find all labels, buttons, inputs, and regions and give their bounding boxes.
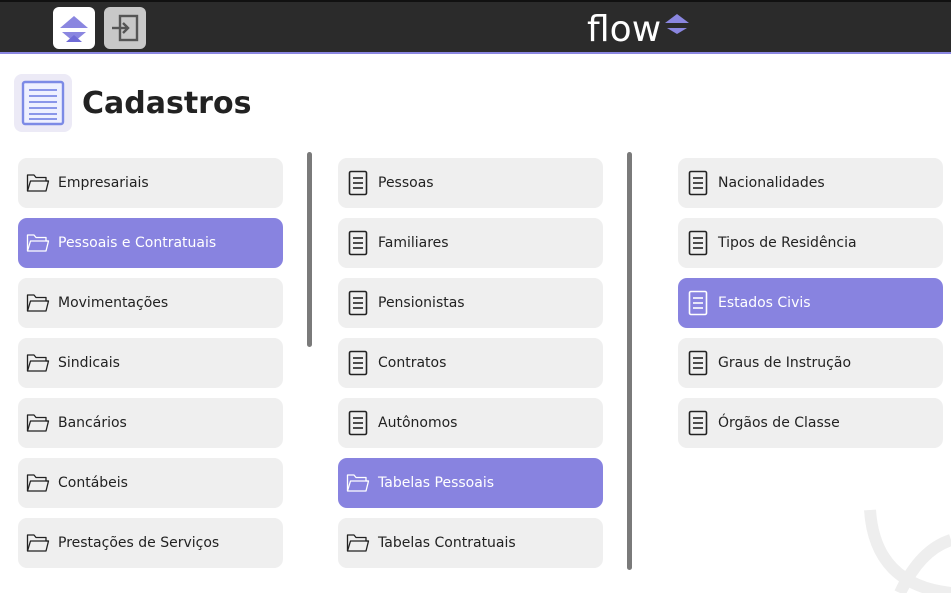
document-icon: [686, 230, 710, 256]
folder-icon: [346, 471, 370, 495]
document-icon: [346, 170, 370, 196]
category-item-contabeis[interactable]: Contábeis: [18, 458, 283, 508]
category-item-label: Contábeis: [58, 475, 128, 491]
category-list: Empresariais Pessoais e Contratuais Movime…: [18, 158, 283, 578]
document-icon: [686, 350, 710, 376]
subcategory-item-label: Familiares: [378, 235, 449, 251]
table-item-label: Órgãos de Classe: [718, 415, 840, 431]
category-item-label: Pessoais e Contratuais: [58, 235, 217, 251]
flow-logo-icon: [60, 16, 88, 42]
table-item-label: Graus de Instrução: [718, 355, 852, 371]
subcategory-item-label: Tabelas Pessoais: [378, 475, 494, 491]
brand-name: flow: [587, 9, 662, 50]
subcategory-item-label: Contratos: [378, 355, 447, 371]
category-item-label: Sindicais: [58, 355, 120, 371]
page-header: Cadastros: [14, 73, 251, 133]
document-icon: [346, 230, 370, 256]
document-icon: [346, 410, 370, 436]
table-item-label: Nacionalidades: [718, 175, 825, 191]
category-item-sindicais[interactable]: Sindicais: [18, 338, 283, 388]
exit-icon: [112, 14, 139, 42]
document-icon: [346, 290, 370, 316]
category-item-empresariais[interactable]: Empresariais: [18, 158, 283, 208]
folder-icon: [26, 411, 50, 435]
subcategory-item-pessoas[interactable]: Pessoas: [338, 158, 603, 208]
table-item-nacionalidades[interactable]: Nacionalidades: [678, 158, 943, 208]
subcategory-item-tabelas-contratuais[interactable]: Tabelas Contratuais: [338, 518, 603, 568]
category-item-bancarios[interactable]: Bancários: [18, 398, 283, 448]
background-swirl-decoration: [864, 509, 951, 593]
brand-logo: flow: [587, 10, 692, 50]
table-list: Nacionalidades Tipos de Residência Estados…: [678, 158, 943, 458]
subcategory-item-tabelas-pessoais[interactable]: Tabelas Pessoais: [338, 458, 603, 508]
folder-icon: [26, 471, 50, 495]
folder-icon: [346, 531, 370, 555]
home-button[interactable]: [53, 7, 95, 49]
subcategory-item-label: Pensionistas: [378, 295, 465, 311]
folder-icon: [26, 351, 50, 375]
subcategory-item-label: Tabelas Contratuais: [378, 535, 516, 551]
category-item-label: Movimentações: [58, 295, 169, 311]
subcategory-list: Pessoas Familiares Pensionistas Contratos Au…: [338, 158, 603, 578]
table-item-orgaos-de-classe[interactable]: Órgãos de Classe: [678, 398, 943, 448]
document-icon: [346, 350, 370, 376]
category-item-label: Empresariais: [58, 175, 149, 191]
brand-chevron-icon: [665, 14, 690, 34]
table-item-estados-civis[interactable]: Estados Civis: [678, 278, 943, 328]
table-item-label: Tipos de Residência: [718, 235, 857, 251]
page-title: Cadastros: [82, 85, 252, 121]
subcategory-item-pensionistas[interactable]: Pensionistas: [338, 278, 603, 328]
subcategory-item-familiares[interactable]: Familiares: [338, 218, 603, 268]
table-item-label: Estados Civis: [718, 295, 811, 311]
exit-button[interactable]: [104, 7, 146, 49]
subcategory-item-contratos[interactable]: Contratos: [338, 338, 603, 388]
table-item-graus-de-instrucao[interactable]: Graus de Instrução: [678, 338, 943, 388]
document-icon: [686, 410, 710, 436]
folder-icon: [26, 531, 50, 555]
table-item-tipos-de-residencia[interactable]: Tipos de Residência: [678, 218, 943, 268]
subcategory-item-label: Pessoas: [378, 175, 434, 191]
document-icon: [686, 170, 710, 196]
subcategory-item-autonomos[interactable]: Autônomos: [338, 398, 603, 448]
category-item-label: Bancários: [58, 415, 127, 431]
document-icon: [686, 290, 710, 316]
category-scrollbar[interactable]: [307, 152, 312, 347]
category-item-pessoais-e-contratuais[interactable]: Pessoais e Contratuais: [18, 218, 283, 268]
folder-icon: [26, 291, 50, 315]
subcategory-item-label: Autônomos: [378, 415, 458, 431]
category-item-movimentacoes[interactable]: Movimentações: [18, 278, 283, 328]
category-item-prestacoes-de-servicos[interactable]: Prestações de Serviços: [18, 518, 283, 568]
list-document-icon: [14, 74, 72, 132]
folder-icon: [26, 231, 50, 255]
category-item-label: Prestações de Serviços: [58, 535, 220, 551]
subcategory-scrollbar[interactable]: [627, 152, 632, 570]
folder-icon: [26, 171, 50, 195]
top-bar: flow: [0, 0, 951, 54]
